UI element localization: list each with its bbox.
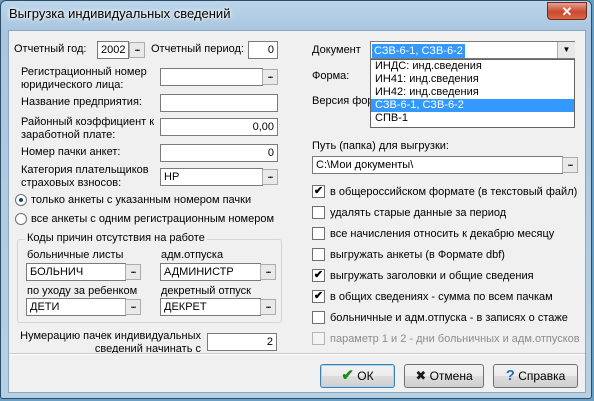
export-path-label: Путь (папка) для выгрузки: xyxy=(312,140,449,152)
cancel-button-label: Отмена xyxy=(429,369,473,383)
check-icon: ✔ xyxy=(313,290,324,302)
adm-leave-label: адм.отпуска xyxy=(161,249,224,261)
maternity-label: декретный отпуск xyxy=(161,285,251,297)
chevron-down-icon: ▼ xyxy=(562,45,571,54)
year-ellipsis-button[interactable]: ... xyxy=(129,42,145,58)
checkbox-december-label: все начисления относить к декабрю месяцу xyxy=(330,228,555,240)
coef-label: Районный коэффициент к заработной плате: xyxy=(21,116,155,141)
checkbox-sum-all-packs[interactable]: ✔ xyxy=(312,290,325,303)
company-name-input[interactable] xyxy=(160,94,278,112)
ellipsis-icon: ... xyxy=(265,300,271,310)
category-input[interactable]: НР xyxy=(160,168,263,186)
checkbox-russian-format-label: в общероссийском формате (в текстовый фа… xyxy=(330,186,578,198)
document-selected-value: СЗВ-6-1, СЗВ-6-2 xyxy=(372,44,465,58)
checkbox-param-days-label: параметр 1 и 2 - дни больничных и адм.от… xyxy=(330,333,580,345)
category-label: Категория плательщиков страховых взносов… xyxy=(21,164,149,189)
checkbox-sick-in-stage[interactable] xyxy=(312,311,325,324)
company-name-label: Название предприятия: xyxy=(21,96,142,108)
coef-input[interactable]: 0,00 xyxy=(160,118,278,136)
child-care-label: по уходу за ребенком xyxy=(27,285,138,297)
child-care-ellipsis-button[interactable]: ... xyxy=(125,299,141,315)
category-ellipsis-button[interactable]: ... xyxy=(262,169,278,185)
divider xyxy=(9,353,585,355)
regnum-ellipsis-button[interactable]: ... xyxy=(262,69,278,85)
help-button-label: Справка xyxy=(518,369,566,383)
ellipsis-icon: ... xyxy=(567,158,573,168)
absence-codes-group-label: Коды причин отсутствия на работе xyxy=(25,232,207,244)
export-path-ellipsis-button[interactable]: ... xyxy=(562,157,578,173)
document-option[interactable]: ИНДС: инд.сведения xyxy=(371,60,574,73)
child-care-input[interactable]: ДЕТИ xyxy=(26,298,126,316)
radio-all-regnum-label: все анкеты с одним регистрационным номер… xyxy=(31,213,275,225)
check-icon: ✔ xyxy=(313,269,324,281)
ellipsis-icon: ... xyxy=(267,70,273,80)
period-label: Отчетный период: xyxy=(151,43,244,55)
dialog-window: Выгрузка индивидуальных сведений ✕ Отчет… xyxy=(0,0,592,399)
form-label: Форма: xyxy=(312,70,350,82)
checkbox-sum-all-packs-label: в общих сведениях - сумма по всем пачкам xyxy=(330,291,553,303)
sick-label: больничные листы xyxy=(27,249,124,261)
checkbox-delete-old-label: удалять старые данные за период xyxy=(330,207,507,219)
checkbox-sick-in-stage-label: больничные и адм.отпуска - в записях о с… xyxy=(330,312,568,324)
cancel-button[interactable]: ✖ Отмена xyxy=(404,364,484,388)
sick-input[interactable]: БОЛЬНИЧ xyxy=(26,263,126,281)
checkbox-param-days[interactable] xyxy=(312,332,325,345)
ellipsis-icon: ... xyxy=(130,300,136,310)
pack-input[interactable]: 0 xyxy=(160,144,278,162)
document-option-selected[interactable]: СЗВ-6-1, СЗВ-6-2 xyxy=(371,99,574,112)
adm-leave-ellipsis-button[interactable]: ... xyxy=(260,264,276,280)
ellipsis-icon: ... xyxy=(267,170,273,180)
export-path-input[interactable]: C:\Мои документы\ xyxy=(312,156,563,174)
year-input[interactable]: 2002 xyxy=(97,41,129,59)
maternity-input[interactable]: ДЕКРЕТ xyxy=(160,298,261,316)
regnum-input[interactable] xyxy=(160,68,263,86)
document-label: Документ xyxy=(312,44,361,56)
period-input[interactable]: 0 xyxy=(248,41,278,59)
checkbox-december[interactable] xyxy=(312,227,325,240)
document-select[interactable]: СЗВ-6-1, СЗВ-6-2 xyxy=(370,41,575,59)
checkbox-export-dbf[interactable] xyxy=(312,248,325,261)
ok-button[interactable]: ✔ ОК xyxy=(320,364,395,388)
checkbox-delete-old[interactable] xyxy=(312,206,325,219)
dialog-client: Отчетный год: 2002 ... Отчетный период: … xyxy=(8,30,586,393)
year-label: Отчетный год: xyxy=(14,43,87,55)
checkbox-headers[interactable]: ✔ xyxy=(312,269,325,282)
help-button[interactable]: ? Справка xyxy=(493,364,578,388)
document-dropdown-button[interactable]: ▼ xyxy=(557,42,575,58)
document-option[interactable]: ИН41: инд.сведения xyxy=(371,73,574,86)
radio-only-pack-label: только анкеты с указанным номером пачки xyxy=(31,194,252,206)
check-icon: ✔ xyxy=(313,185,324,197)
checkmark-icon: ✔ xyxy=(341,367,354,384)
ok-button-label: ОК xyxy=(357,369,374,383)
ellipsis-icon: ... xyxy=(130,265,136,275)
radio-all-regnum[interactable] xyxy=(15,213,27,225)
window-title: Выгрузка индивидуальных сведений xyxy=(9,6,231,21)
checkbox-export-dbf-label: выгружать анкеты (в Формате dbf) xyxy=(330,249,505,261)
checkbox-russian-format[interactable]: ✔ xyxy=(312,185,325,198)
regnum-label: Регистрационный номер юридического лица: xyxy=(21,66,147,91)
close-button[interactable]: ✕ xyxy=(547,2,587,20)
sick-ellipsis-button[interactable]: ... xyxy=(125,264,141,280)
version-label: Версия фор xyxy=(312,95,374,107)
checkbox-headers-label: выгружать заголовки и общие сведения xyxy=(330,270,534,282)
document-option[interactable]: ИН42: инд.сведения xyxy=(371,86,574,99)
close-icon: ✕ xyxy=(561,4,573,19)
adm-leave-input[interactable]: АДМИНИСТР xyxy=(160,263,261,281)
ellipsis-icon: ... xyxy=(134,43,140,53)
title-bar[interactable]: Выгрузка индивидуальных сведений ✕ xyxy=(1,1,591,29)
maternity-ellipsis-button[interactable]: ... xyxy=(260,299,276,315)
cross-icon: ✖ xyxy=(415,368,427,383)
numbering-input[interactable]: 2 xyxy=(207,333,277,351)
radio-only-pack[interactable] xyxy=(15,194,27,206)
document-dropdown-list: ИНДС: инд.сведения ИН41: инд.сведения ИН… xyxy=(370,59,575,128)
document-option[interactable]: СПВ-1 xyxy=(371,112,574,125)
pack-label: Номер пачки анкет: xyxy=(21,146,121,158)
help-icon: ? xyxy=(505,367,515,384)
ellipsis-icon: ... xyxy=(265,265,271,275)
